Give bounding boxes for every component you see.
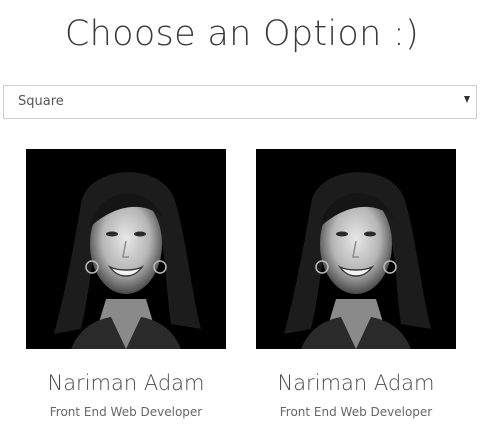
- profile-card: Nariman Adam Front End Web Developer: [26, 149, 226, 419]
- card-name: Nariman Adam: [277, 371, 435, 395]
- chevron-down-icon[interactable]: [464, 96, 470, 103]
- profile-photo: [256, 149, 456, 349]
- card-role: Front End Web Developer: [49, 405, 203, 419]
- shape-select-value: Square: [18, 94, 64, 109]
- shape-select[interactable]: Square: [3, 85, 477, 119]
- card-role: Front End Web Developer: [279, 405, 433, 419]
- profile-photo: [26, 149, 226, 349]
- page-title: Choose an Option :): [64, 14, 420, 54]
- card-name: Nariman Adam: [47, 371, 205, 395]
- profile-card: Nariman Adam Front End Web Developer: [256, 149, 456, 419]
